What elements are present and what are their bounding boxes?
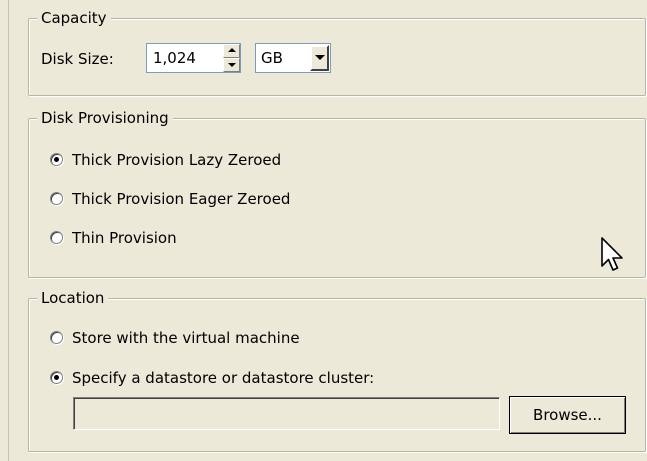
datastore-field[interactable]: [73, 397, 500, 430]
panel-border: [8, 0, 9, 461]
unit-select[interactable]: GB: [255, 43, 331, 73]
disk-size-stepper[interactable]: 1,024: [146, 43, 241, 73]
mouse-pointer-icon: [601, 237, 623, 271]
spin-up-button[interactable]: [223, 44, 240, 58]
chevron-up-icon: [228, 48, 236, 52]
radio-label: Store with the virtual machine: [72, 329, 300, 347]
radio-label: Thin Provision: [72, 229, 177, 247]
capacity-legend: Capacity: [37, 8, 111, 28]
unit-select-value: GB: [261, 49, 283, 67]
radio-button[interactable]: [50, 371, 63, 384]
dropdown-arrow-icon: [315, 55, 325, 60]
disk-settings-panel: Capacity Disk Size: 1,024 GB Disk Provis…: [0, 0, 647, 461]
browse-button[interactable]: Browse...: [509, 396, 626, 434]
radio-label: Thick Provision Lazy Zeroed: [72, 151, 282, 169]
radio-label: Thick Provision Eager Zeroed: [72, 190, 291, 208]
chevron-down-icon: [228, 63, 236, 67]
capacity-group: Capacity: [28, 8, 646, 96]
disk-size-label: Disk Size:: [41, 50, 114, 68]
spin-down-button[interactable]: [223, 58, 240, 72]
radio-button[interactable]: [50, 231, 63, 244]
disk-provisioning-legend: Disk Provisioning: [37, 108, 173, 128]
location-legend: Location: [37, 288, 109, 308]
spin-buttons: [223, 44, 240, 72]
radio-button[interactable]: [50, 153, 63, 166]
radio-button[interactable]: [50, 192, 63, 205]
unit-dropdown-button[interactable]: [310, 45, 329, 71]
radio-button[interactable]: [50, 331, 63, 344]
radio-label: Specify a datastore or datastore cluster…: [72, 369, 375, 387]
disk-size-value: 1,024: [153, 49, 196, 67]
